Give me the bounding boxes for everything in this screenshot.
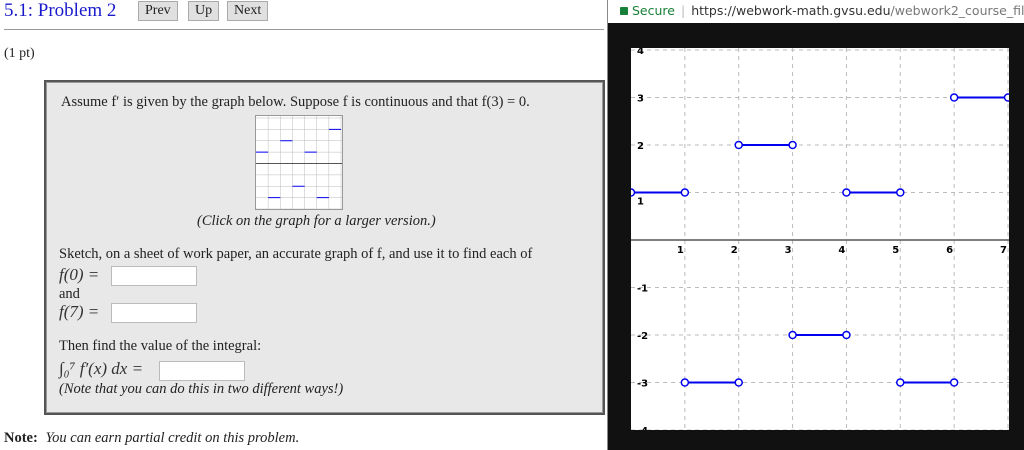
open-endpoint [842,330,851,340]
open-endpoint [896,188,905,197]
integral-label: ∫₀⁷ f′(x) dx = [59,359,144,378]
open-endpoint [788,140,797,150]
y-tick-label: 3 [637,94,644,105]
open-endpoint [842,188,851,197]
y-tick-label: -2 [637,331,648,342]
url-path: /webwork2_course_files/ [890,3,1024,18]
open-endpoint [788,330,797,340]
graph-window: Secure | https://webwork-math.gvsu.edu/web… [607,0,1024,450]
x-tick-label: 6 [946,245,953,256]
note-label: Note: [4,430,38,446]
y-tick-label: -4 [637,426,648,430]
y-tick-label: -3 [637,379,648,390]
x-tick-label: 5 [892,245,899,256]
then-text: Then find the value of the integral: [59,338,262,354]
open-endpoint [896,378,905,387]
up-button[interactable]: Up [188,1,220,21]
f0-label: f(0) = [59,265,100,284]
x-tick-label: 2 [731,245,738,256]
prev-button[interactable]: Prev [138,1,178,21]
f0-input[interactable] [111,266,197,286]
x-tick-label: 1 [677,245,684,256]
open-endpoint [680,188,690,197]
open-endpoint [949,93,959,102]
f7-label: f(7) = [59,302,100,321]
x-tick-label: 7 [1000,245,1007,256]
divider [4,29,604,30]
problem-intro: Assume f′ is given by the graph below. S… [61,94,530,110]
secure-label: Secure [632,3,675,18]
url-host: https://webwork-math.gvsu.edu [691,3,891,18]
open-endpoint [734,140,743,150]
next-button[interactable]: Next [227,1,269,21]
points-label: (1 pt) [4,46,35,61]
sketch-text: Sketch, on a sheet of work paper, an acc… [59,246,533,262]
y-tick-label: -1 [637,284,648,295]
lock-icon [620,7,628,15]
y-tick-label: 4 [637,48,644,57]
note-text: You can earn partial credit on this prob… [45,430,300,446]
y-tick-label: 1 [637,197,644,208]
x-tick-label: 4 [838,245,845,256]
hint-text: (Note that you can do this in two differ… [59,381,344,397]
open-endpoint [1003,93,1013,102]
y-tick-label: 2 [637,141,644,152]
open-endpoint [680,378,690,387]
integral-input[interactable] [159,361,245,381]
address-bar[interactable]: Secure | https://webwork-math.gvsu.edu/web… [608,0,1024,23]
x-tick-label: 3 [785,245,792,256]
graph-caption: (Click on the graph for a larger version… [197,213,436,229]
problem-title: 5.1: Problem 2 [4,0,117,21]
open-endpoint [949,378,959,387]
graph-thumbnail[interactable] [255,115,343,215]
open-endpoint [734,378,743,387]
and-text: and [59,286,80,302]
f7-input[interactable] [111,303,197,323]
large-graph: 1 2 3 4 5 6 7 4 3 2 1 -1 -2 -3 -4 [626,46,1013,437]
open-endpoint [626,188,636,197]
